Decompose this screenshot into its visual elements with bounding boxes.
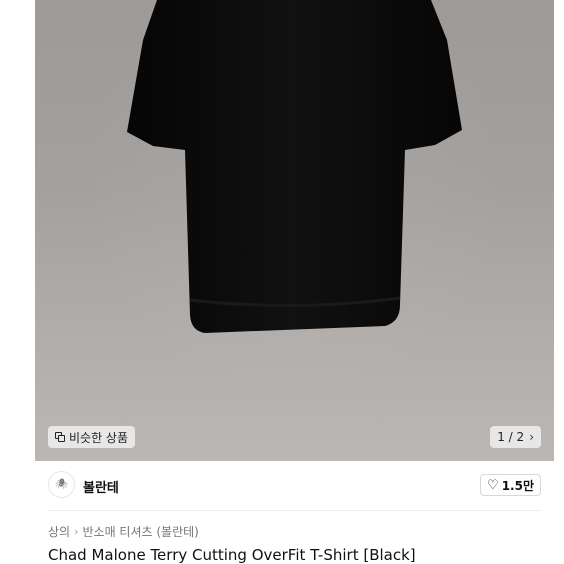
similar-items-label: 비슷한 상품: [69, 430, 129, 445]
breadcrumb-item-category[interactable]: 상의: [48, 523, 70, 540]
brand-row: 🕷 볼란테 ♡ 1.5만: [48, 470, 541, 502]
image-pager[interactable]: 1 / 2 ›: [490, 426, 541, 448]
breadcrumb-item-subcategory[interactable]: 반소매 티셔츠 (볼란테): [83, 523, 199, 540]
tshirt-body: [127, 0, 462, 333]
breadcrumb: 상의 › 반소매 티셔츠 (볼란테): [48, 523, 199, 540]
chevron-right-icon: ›: [74, 525, 79, 538]
like-button[interactable]: ♡ 1.5만: [480, 474, 541, 496]
product-image[interactable]: 비슷한 상품 1 / 2 ›: [35, 0, 554, 461]
chevron-right-icon: ›: [529, 430, 534, 444]
product-card: 비슷한 상품 1 / 2 › 🕷 볼란테 ♡ 1.5만 상의 › 반소매 티셔츠…: [35, 0, 554, 564]
like-count: 1.5만: [501, 478, 534, 493]
brand-logo-mark: 🕷: [55, 479, 68, 490]
brand-name[interactable]: 볼란테: [83, 477, 119, 496]
divider: [48, 510, 541, 511]
similar-items-button[interactable]: 비슷한 상품: [48, 426, 136, 448]
pager-text: 1 / 2: [497, 430, 525, 444]
brand-logo[interactable]: 🕷: [48, 471, 75, 498]
similar-items-icon: [55, 432, 65, 442]
tshirt-image: [127, 0, 462, 333]
product-title: Chad Malone Terry Cutting OverFit T-Shir…: [48, 546, 416, 564]
heart-outline-icon: ♡: [487, 477, 499, 493]
